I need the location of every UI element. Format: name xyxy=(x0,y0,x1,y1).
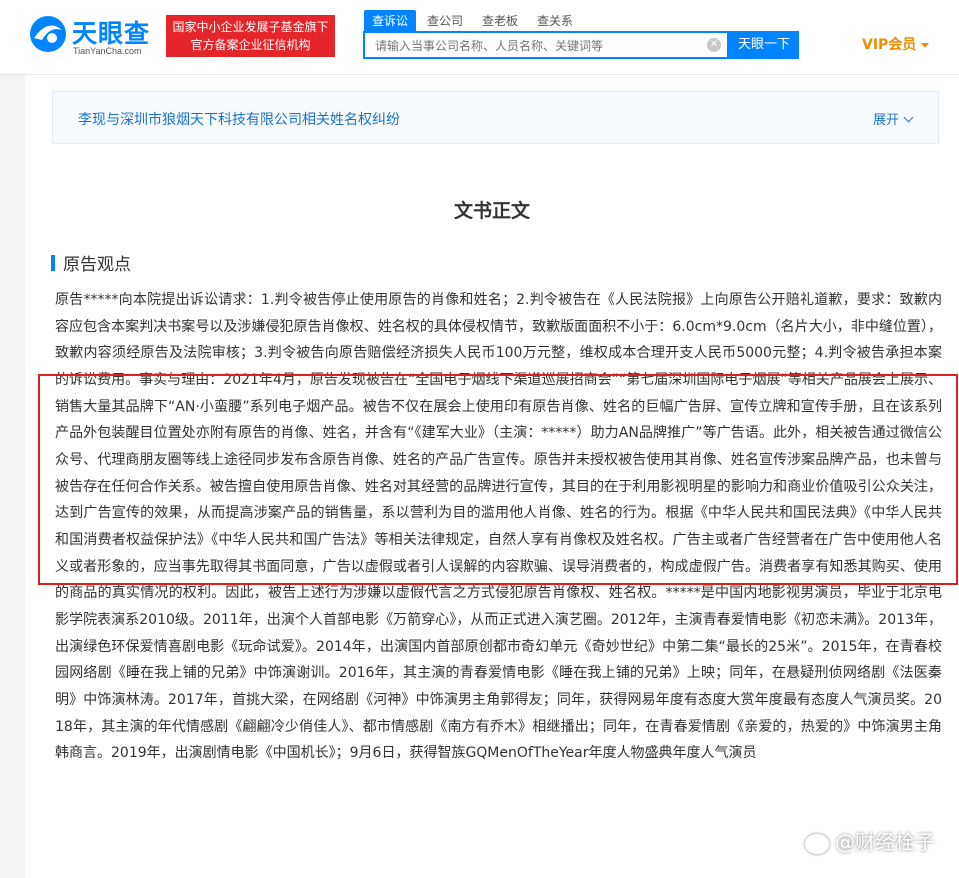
search-button[interactable]: 天眼一下 xyxy=(729,31,799,59)
expand-label: 展开 xyxy=(872,113,899,128)
official-badge: 国家中小企业发展子基金旗下 官方备案企业征信机构 xyxy=(166,15,335,57)
section-marker xyxy=(51,255,55,271)
caret-down-icon xyxy=(921,42,930,48)
eye-logo-icon xyxy=(30,16,66,52)
logo-domain: TianYanCha.com xyxy=(73,46,142,56)
search-box: ✕ xyxy=(363,31,729,59)
weibo-icon xyxy=(805,833,829,854)
chevron-down-icon xyxy=(903,112,914,123)
document-title: 文书正文 xyxy=(453,200,530,222)
vip-menu[interactable]: VIP会员 xyxy=(862,34,930,54)
site-logo[interactable]: 天眼查 TianYanCha.com xyxy=(28,10,158,58)
top-header: 天眼查 TianYanCha.com 国家中小企业发展子基金旗下 官方备案企业征… xyxy=(0,0,959,75)
tab-lawsuit[interactable]: 查诉讼 xyxy=(364,10,417,32)
search-input[interactable] xyxy=(373,33,707,59)
expand-button[interactable]: 展开 xyxy=(872,109,914,128)
tab-company[interactable]: 查公司 xyxy=(427,10,463,32)
tab-relation[interactable]: 查关系 xyxy=(537,10,573,32)
tab-boss[interactable]: 查老板 xyxy=(482,10,518,32)
section-title: 原告观点 xyxy=(63,255,131,275)
related-case-box: 李现与深圳市狼烟天下科技有限公司相关姓名权纠纷 展开 xyxy=(52,91,939,144)
vip-label: VIP会员 xyxy=(862,37,917,53)
clear-icon[interactable]: ✕ xyxy=(707,38,721,52)
badge-line-1: 国家中小企业发展子基金旗下 xyxy=(172,20,329,34)
plaintiff-opinion-text: 原告*****向本院提出诉讼请求：1.判令被告停止使用原告的肖像和姓名；2.判令… xyxy=(55,292,942,762)
badge-line-2: 官方备案企业征信机构 xyxy=(190,38,311,52)
weibo-watermark: @财经栓子 xyxy=(805,826,935,855)
related-case-title[interactable]: 李现与深圳市狼烟天下科技有限公司相关姓名权纠纷 xyxy=(78,109,400,129)
logo-text: 天眼查 xyxy=(72,19,151,48)
document-card: 李现与深圳市狼烟天下科技有限公司相关姓名权纠纷 展开 文书正文 原告观点 原告*… xyxy=(25,58,959,878)
watermark-text: @财经栓子 xyxy=(835,830,935,854)
